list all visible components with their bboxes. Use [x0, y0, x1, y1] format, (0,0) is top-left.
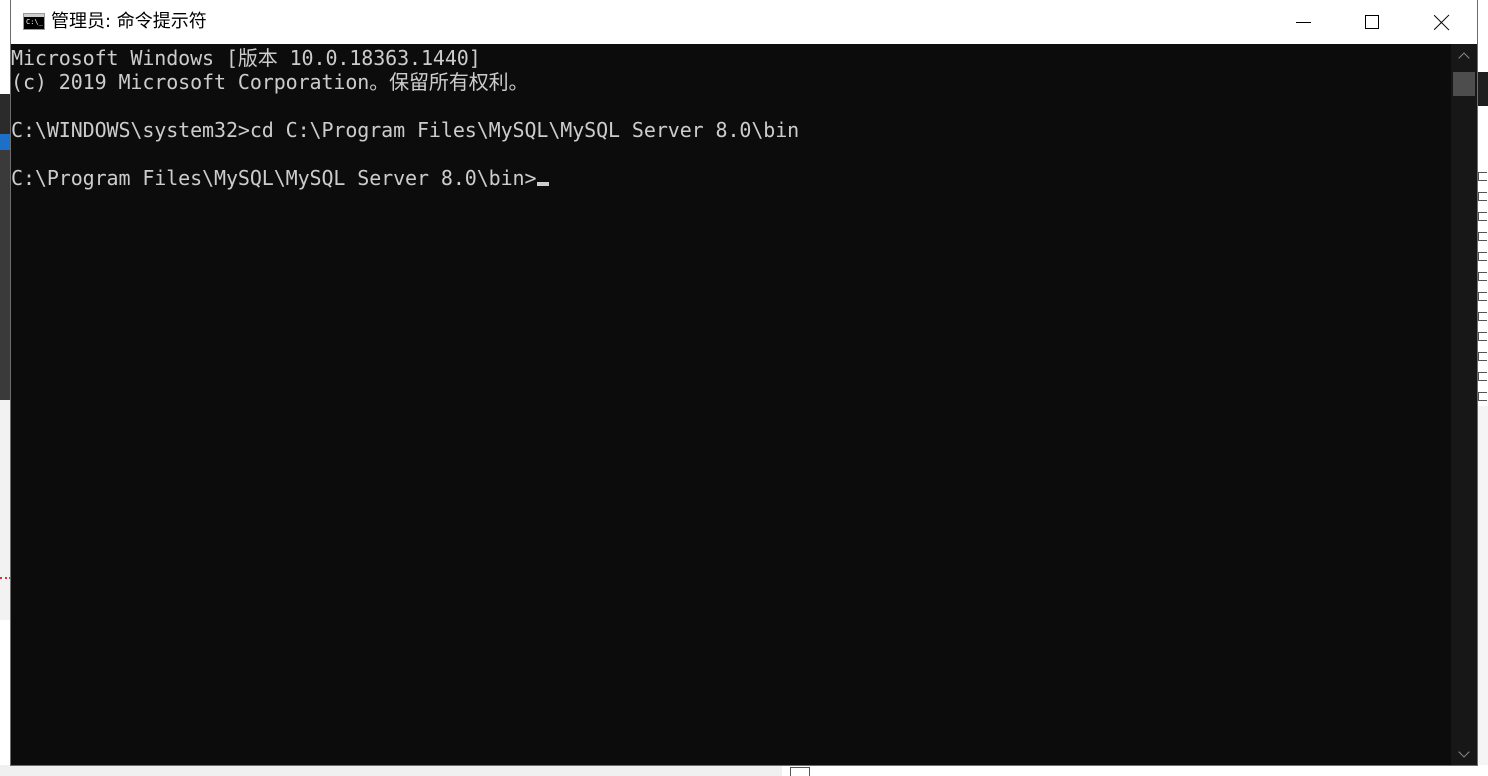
window-title: 管理员: 命令提示符 — [51, 11, 207, 32]
minimize-button[interactable] — [1268, 0, 1338, 44]
maximize-button[interactable] — [1337, 0, 1407, 44]
background-window-right — [1477, 0, 1488, 776]
background-bottom-strip — [0, 765, 1488, 776]
console-line: C:\WINDOWS\system32>cd C:\Program Files\… — [11, 118, 800, 142]
minimize-icon — [1295, 21, 1311, 23]
console-output[interactable]: Microsoft Windows [版本 10.0.18363.1440] (… — [11, 44, 1451, 765]
scroll-up-button[interactable] — [1451, 44, 1477, 66]
scroll-down-button[interactable] — [1451, 743, 1477, 765]
vertical-scrollbar[interactable] — [1451, 44, 1477, 765]
maximize-icon — [1365, 15, 1379, 29]
title-bar[interactable]: C:\_ 管理员: 命令提示符 — [11, 0, 1477, 44]
console-app-icon-label: C:\_ — [26, 18, 43, 26]
chevron-down-icon — [1458, 745, 1470, 758]
close-icon — [1434, 14, 1450, 30]
close-button[interactable] — [1407, 0, 1477, 44]
console-line: Microsoft Windows [版本 10.0.18363.1440] — [11, 46, 481, 70]
text-cursor — [537, 182, 550, 186]
checkbox-icon — [790, 767, 810, 776]
chevron-up-icon — [1458, 51, 1470, 64]
console-prompt-line[interactable]: C:\Program Files\MySQL\MySQL Server 8.0\… — [11, 166, 550, 190]
console-prompt: C:\Program Files\MySQL\MySQL Server 8.0\… — [11, 166, 537, 190]
scrollbar-thumb[interactable] — [1453, 72, 1475, 96]
command-prompt-window[interactable]: C:\_ 管理员: 命令提示符 Microsoft Windows [版本 10… — [11, 0, 1477, 765]
console-line: (c) 2019 Microsoft Corporation。保留所有权利。 — [11, 70, 529, 94]
console-app-icon[interactable]: C:\_ — [23, 13, 45, 30]
background-window-left — [0, 0, 11, 776]
